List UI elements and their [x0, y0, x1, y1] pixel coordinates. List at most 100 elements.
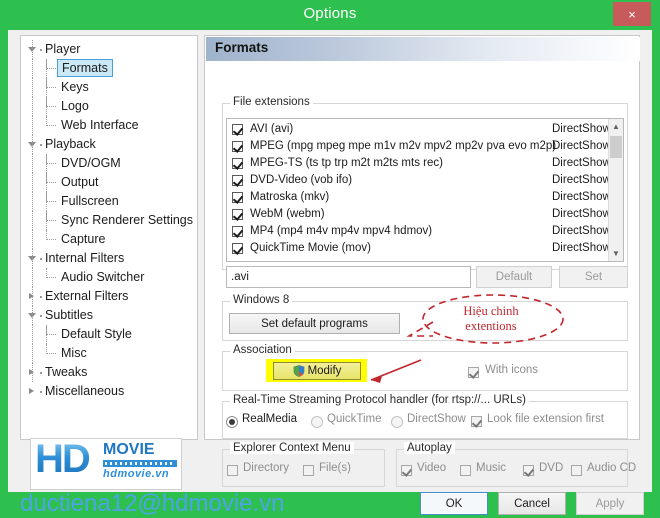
chevron-right-icon[interactable] — [29, 388, 34, 394]
tree-dot-icon — [40, 296, 42, 298]
extensions-scrollbar[interactable]: ▲ ▼ — [608, 119, 623, 261]
sidebar-item-label: Fullscreen — [61, 194, 119, 208]
file-extension-checkbox[interactable] — [232, 175, 243, 186]
file-extension-row[interactable]: WebM (webm) DirectShow — [227, 206, 611, 223]
apply-button[interactable]: Apply — [576, 492, 644, 515]
scroll-up-icon[interactable]: ▲ — [609, 119, 623, 134]
tree-vline-root-icon — [32, 135, 33, 154]
file-extension-handler: DirectShow — [552, 191, 611, 203]
file-extension-name: MP4 (mp4 m4v mp4v mpv4 hdmov) — [250, 225, 433, 237]
file-extension-name: Matroska (mkv) — [250, 191, 330, 203]
file-extension-checkbox[interactable] — [232, 209, 243, 220]
file-extension-row[interactable]: QuickTime Movie (mov) DirectShow — [227, 240, 611, 257]
file-extension-row[interactable]: MP4 (mp4 m4v mp4v mpv4 hdmov) DirectShow — [227, 223, 611, 240]
look-file-extension-first-label: Look file extension first — [487, 413, 604, 425]
radio-quicktime[interactable] — [311, 416, 323, 428]
settings-tree[interactable]: Player Formats Keys Logo Web Interface Playba… — [20, 35, 198, 440]
directory-label: Directory — [243, 462, 290, 474]
tree-vline-root-icon — [32, 192, 33, 211]
sidebar-item-audio-switcher[interactable]: Audio Switcher — [21, 268, 197, 287]
file-extension-row[interactable]: MPEG (mpg mpeg mpe m1v m2v mpv2 mp2v pva… — [227, 138, 611, 155]
sidebar-item-label: Misc — [61, 346, 87, 360]
autoplay-music-checkbox[interactable] — [460, 465, 471, 476]
scrollbar-thumb[interactable] — [610, 136, 622, 158]
sidebar-item-sync-renderer-settings[interactable]: Sync Renderer Settings — [21, 211, 197, 230]
autoplay-video-label: Video — [417, 462, 447, 474]
tree-vline-root-icon — [32, 268, 33, 287]
file-extension-row[interactable]: Matroska (mkv) DirectShow — [227, 189, 611, 206]
sidebar-item-logo[interactable]: Logo — [21, 97, 197, 116]
directory-checkbox[interactable] — [227, 465, 238, 476]
modify-button[interactable]: Modify — [273, 362, 361, 380]
tree-vline-icon — [46, 59, 47, 78]
file-extension-checkbox[interactable] — [232, 141, 243, 152]
file-extension-name: WebM (webm) — [250, 208, 325, 220]
hdmovie-logo: HD MOVIE hdmovie.vn — [30, 438, 182, 490]
sidebar-item-capture[interactable]: Capture — [21, 230, 197, 249]
files-checkbox[interactable] — [303, 465, 314, 476]
file-extension-checkbox[interactable] — [232, 226, 243, 237]
tree-vline-icon — [46, 154, 47, 173]
close-icon[interactable]: × — [613, 2, 651, 26]
with-icons-checkbox[interactable] — [468, 367, 479, 378]
tree-vline-root-icon — [32, 344, 33, 363]
file-extension-row[interactable]: MPEG-TS (ts tp trp m2t m2ts mts rec) Dire… — [227, 155, 611, 172]
file-extensions-list[interactable]: AVI (avi) DirectShow MPEG (mpg mpeg mpe m1… — [226, 118, 624, 262]
tree-vline-icon — [46, 173, 47, 192]
rtsp-caption: Real-Time Streaming Protocol handler (fo… — [230, 394, 529, 406]
file-extension-checkbox[interactable] — [232, 243, 243, 254]
radio-directshow[interactable] — [391, 416, 403, 428]
tree-vline-root-icon — [32, 40, 33, 59]
sidebar-item-label: Internal Filters — [45, 251, 125, 265]
with-icons-label: With icons — [485, 364, 539, 376]
sidebar-item-subtitles[interactable]: Subtitles — [21, 306, 197, 325]
page-title: Formats — [215, 40, 269, 55]
sidebar-item-internal-filters[interactable]: Internal Filters — [21, 249, 197, 268]
tree-vline-root-icon — [32, 325, 33, 344]
autoplay-audiocd-checkbox[interactable] — [571, 465, 582, 476]
logo-movie-text: MOVIE — [103, 441, 155, 458]
file-extension-checkbox[interactable] — [232, 158, 243, 169]
tree-elbow-icon — [46, 116, 57, 135]
sidebar-item-external-filters[interactable]: External Filters — [21, 287, 197, 306]
sidebar-item-fullscreen[interactable]: Fullscreen — [21, 192, 197, 211]
radio-realmedia[interactable] — [226, 416, 238, 428]
autoplay-dvd-checkbox[interactable] — [523, 465, 534, 476]
tree-elbow-icon — [46, 344, 57, 363]
file-extension-checkbox[interactable] — [232, 192, 243, 203]
set-default-programs-button[interactable]: Set default programs — [229, 313, 400, 334]
sidebar-item-formats[interactable]: Formats — [21, 59, 197, 78]
sidebar-item-web-interface[interactable]: Web Interface — [21, 116, 197, 135]
sidebar-item-output[interactable]: Output — [21, 173, 197, 192]
file-extension-checkbox[interactable] — [232, 124, 243, 135]
sidebar-item-miscellaneous[interactable]: Miscellaneous — [21, 382, 197, 401]
file-extension-handler: DirectShow — [552, 157, 611, 169]
sidebar-item-player[interactable]: Player — [21, 40, 197, 59]
autoplay-music-label: Music — [476, 462, 507, 474]
tree-elbow-icon — [46, 78, 57, 97]
look-file-extension-first-checkbox[interactable] — [471, 416, 482, 427]
extension-input[interactable]: .avi — [226, 266, 471, 288]
sidebar-item-label: Output — [61, 175, 99, 189]
sidebar-item-misc[interactable]: Misc — [21, 344, 197, 363]
radio-quicktime-label: QuickTime — [327, 413, 382, 425]
ok-button[interactable]: OK — [420, 492, 488, 515]
tree-elbow-icon — [46, 97, 57, 116]
file-extension-row[interactable]: DVD-Video (vob ifo) DirectShow — [227, 172, 611, 189]
default-button[interactable]: Default — [476, 266, 552, 288]
tree-elbow-icon — [46, 325, 57, 344]
tree-dot-icon — [40, 315, 42, 317]
tree-vline-root-icon — [32, 78, 33, 97]
tree-vline-root-icon — [32, 230, 33, 249]
set-button[interactable]: Set — [559, 266, 628, 288]
sidebar-item-tweaks[interactable]: Tweaks — [21, 363, 197, 382]
sidebar-item-keys[interactable]: Keys — [21, 78, 197, 97]
sidebar-item-playback[interactable]: Playback — [21, 135, 197, 154]
file-extension-row[interactable]: AVI (avi) DirectShow — [227, 121, 611, 138]
scroll-down-icon[interactable]: ▼ — [609, 246, 623, 261]
cancel-button[interactable]: Cancel — [498, 492, 566, 515]
autoplay-video-checkbox[interactable] — [401, 465, 412, 476]
sidebar-item-label: Miscellaneous — [45, 384, 125, 398]
sidebar-item-default-style[interactable]: Default Style — [21, 325, 197, 344]
sidebar-item-dvd-ogm[interactable]: DVD/OGM — [21, 154, 197, 173]
